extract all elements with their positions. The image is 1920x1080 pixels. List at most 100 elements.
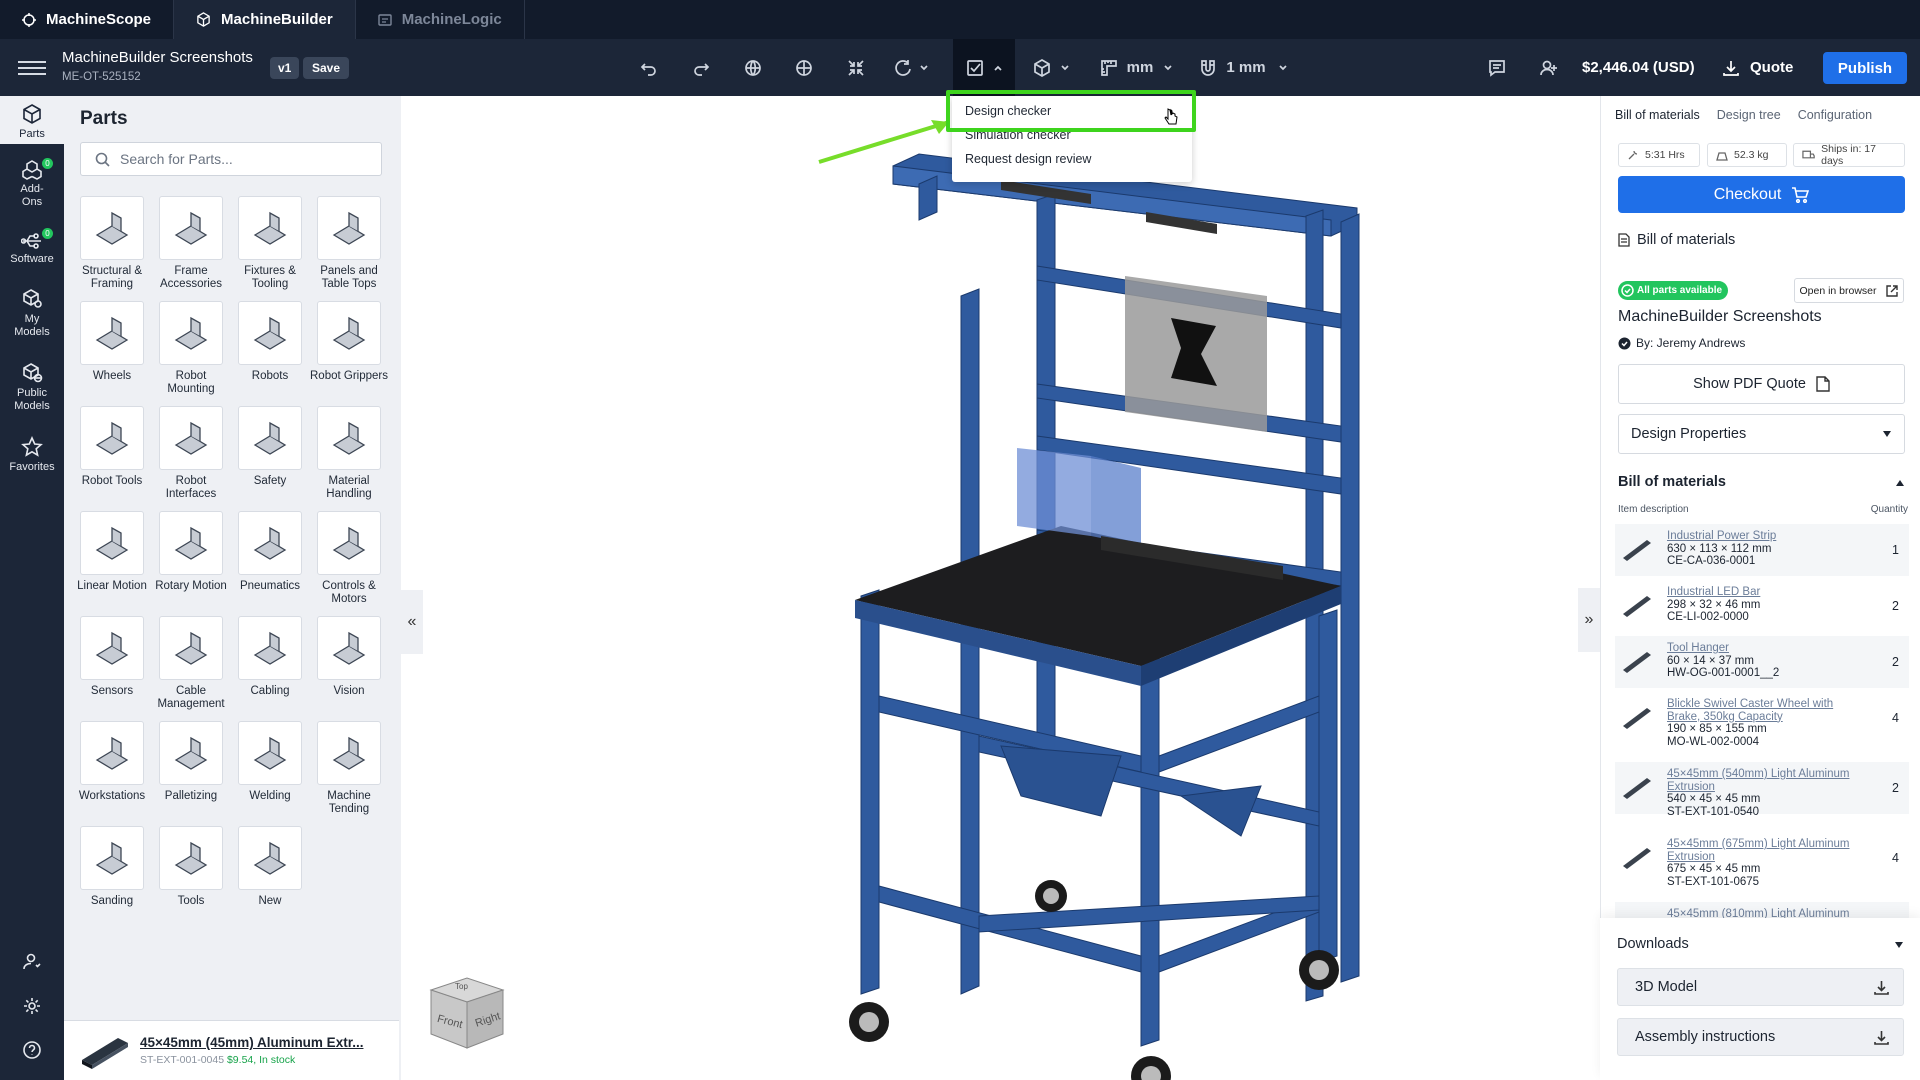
category-structural-and-framing[interactable]: Structural & Framing	[72, 196, 152, 291]
view-mode-dropdown[interactable]	[1026, 39, 1076, 96]
category-label: Robots	[251, 370, 289, 382]
category-frame-accessories[interactable]: Frame Accessories	[151, 196, 231, 291]
software-badge: 0	[42, 228, 53, 239]
view-cube[interactable]: Top Front Right	[423, 972, 511, 1052]
account-button[interactable]	[0, 952, 64, 974]
category-tile	[159, 826, 223, 890]
search-input[interactable]: Search for Parts...	[80, 142, 382, 176]
bom-columns: Item description Quantity	[1618, 504, 1908, 515]
open-in-browser-button[interactable]: Open in browser	[1794, 278, 1904, 303]
rail-item-add-ons[interactable]: 0 Add-Ons	[0, 158, 64, 212]
category-robot-grippers[interactable]: Robot Grippers	[309, 301, 389, 383]
3d-viewport[interactable]: « » Top Front Right	[401, 96, 1600, 1080]
bom-row[interactable]: 45×45mm (540mm) Light Aluminum Extrusion…	[1615, 762, 1909, 818]
bom-item-name[interactable]: Tool Hanger	[1667, 642, 1867, 655]
fit-view-button[interactable]	[841, 39, 871, 96]
undo-button[interactable]	[634, 39, 664, 96]
tab-configuration[interactable]: Configuration	[1798, 108, 1872, 122]
publish-button[interactable]: Publish	[1823, 52, 1907, 84]
category-material-handling[interactable]: Material Handling	[309, 406, 389, 501]
category-label: Panels and Table Tops	[320, 265, 378, 290]
category-tools[interactable]: Tools	[151, 826, 231, 908]
rail-item-favorites[interactable]: Favorites	[0, 436, 64, 476]
menu-item-request-design-review[interactable]: Request design review	[965, 152, 1091, 166]
comments-button[interactable]	[1482, 39, 1512, 96]
category-fixtures-and-tooling[interactable]: Fixtures & Tooling	[230, 196, 310, 291]
show-pdf-quote-button[interactable]: Show PDF Quote	[1618, 364, 1905, 404]
quote-button[interactable]: Quote	[1722, 39, 1793, 96]
category-palletizing[interactable]: Palletizing	[151, 721, 231, 803]
category-wheels[interactable]: Wheels	[72, 301, 152, 383]
bom-row[interactable]: 45×45mm (675mm) Light Aluminum Extrusion…	[1615, 832, 1909, 888]
share-button[interactable]	[1534, 39, 1564, 96]
part-thumbnail-icon	[1623, 778, 1651, 799]
bom-item-name[interactable]: Industrial Power Strip	[1667, 530, 1867, 543]
category-robots[interactable]: Robots	[230, 301, 310, 383]
redo-button[interactable]	[686, 39, 716, 96]
category-cabling[interactable]: Cabling	[230, 616, 310, 698]
category-panels-and-table-tops[interactable]: Panels and Table Tops	[309, 196, 389, 291]
category-new[interactable]: New	[230, 826, 310, 908]
bom-item-name[interactable]: 45×45mm (540mm) Light Aluminum Extrusion	[1667, 768, 1867, 793]
bom-row[interactable]: Industrial Power Strip 630 × 113 × 112 mm…	[1615, 524, 1909, 576]
category-rotary-motion[interactable]: Rotary Motion	[151, 511, 231, 593]
version-badge[interactable]: v1	[270, 57, 300, 79]
download-assembly-instructions-button[interactable]: Assembly instructions	[1617, 1018, 1904, 1056]
category-vision[interactable]: Vision	[309, 616, 389, 698]
category-robot-mounting[interactable]: Robot Mounting	[151, 301, 231, 396]
app-tab-machinelogic[interactable]: MachineLogic	[356, 0, 525, 39]
recent-part-card[interactable]: 45×45mm (45mm) Aluminum Extr... ST-EXT-0…	[64, 1020, 399, 1080]
recent-part-name[interactable]: 45×45mm (45mm) Aluminum Extr...	[140, 1035, 363, 1050]
category-cable-management[interactable]: Cable Management	[151, 616, 231, 711]
parts-panel: Parts Search for Parts... Structural & F…	[64, 96, 401, 1080]
downloads-header[interactable]: Downloads	[1617, 936, 1904, 952]
category-linear-motion[interactable]: Linear Motion	[72, 511, 152, 593]
download-3d-model-button[interactable]: 3D Model	[1617, 968, 1904, 1006]
bom-row[interactable]: Blickle Swivel Caster Wheel with Brake, …	[1615, 692, 1909, 748]
category-workstations[interactable]: Workstations	[72, 721, 152, 803]
controls-and-motors-icon	[332, 526, 366, 560]
rail-item-parts[interactable]: Parts	[0, 96, 64, 144]
orbit-icon	[796, 59, 812, 76]
tab-bill-of-materials[interactable]: Bill of materials	[1615, 108, 1700, 122]
snap-dropdown[interactable]: 1 mm	[1196, 39, 1290, 96]
bom-item-name[interactable]: Blickle Swivel Caster Wheel with Brake, …	[1667, 698, 1867, 723]
rail-item-public-models[interactable]: Public Models	[0, 362, 64, 416]
save-button[interactable]: Save	[303, 57, 350, 79]
bom-row[interactable]: Industrial LED Bar 298 × 32 × 46 mm CE-LI-…	[1615, 580, 1909, 632]
robot-interfaces-icon	[174, 421, 208, 455]
app-tab-machinebuilder[interactable]: MachineBuilder	[174, 0, 356, 39]
category-welding[interactable]: Welding	[230, 721, 310, 803]
app-tab-machinescope[interactable]: MachineScope	[0, 0, 175, 39]
category-pneumatics[interactable]: Pneumatics	[230, 511, 310, 593]
settings-button[interactable]	[0, 996, 64, 1018]
category-sanding[interactable]: Sanding	[72, 826, 152, 908]
rail-item-my-models[interactable]: My Models	[0, 288, 64, 342]
orbit-button[interactable]	[789, 39, 819, 96]
tab-design-tree[interactable]: Design tree	[1717, 108, 1781, 122]
design-properties-dropdown[interactable]: Design Properties	[1618, 414, 1905, 454]
category-safety[interactable]: Safety	[230, 406, 310, 488]
transform-button[interactable]	[738, 39, 768, 96]
checkout-button[interactable]: Checkout	[1618, 176, 1905, 213]
bom-row[interactable]: Tool Hanger 60 × 14 × 37 mm HW-OG-001-0001…	[1615, 636, 1909, 688]
download-label: 3D Model	[1635, 979, 1698, 995]
bom-item-name[interactable]: Industrial LED Bar	[1667, 586, 1867, 599]
category-tile	[80, 511, 144, 575]
bom-header[interactable]: Bill of materials	[1618, 474, 1905, 490]
rotate-dropdown[interactable]	[889, 39, 933, 96]
category-sensors[interactable]: Sensors	[72, 616, 152, 698]
bom-section-label: Bill of materials	[1637, 232, 1736, 248]
category-robot-tools[interactable]: Robot Tools	[72, 406, 152, 488]
hamburger-menu-icon[interactable]	[18, 57, 46, 79]
category-label: Tools	[177, 895, 205, 907]
bom-item-name[interactable]: 45×45mm (675mm) Light Aluminum Extrusion	[1667, 838, 1867, 863]
category-controls-and-motors[interactable]: Controls & Motors	[309, 511, 389, 606]
units-dropdown[interactable]: mm	[1095, 39, 1177, 96]
category-robot-interfaces[interactable]: Robot Interfaces	[151, 406, 231, 501]
rail-item-software[interactable]: 0 Software	[0, 228, 64, 272]
category-machine-tending[interactable]: Machine Tending	[309, 721, 389, 816]
check-tools-dropdown[interactable]	[953, 39, 1015, 96]
category-label: Robot Tools	[81, 475, 143, 487]
help-button[interactable]	[0, 1040, 64, 1062]
